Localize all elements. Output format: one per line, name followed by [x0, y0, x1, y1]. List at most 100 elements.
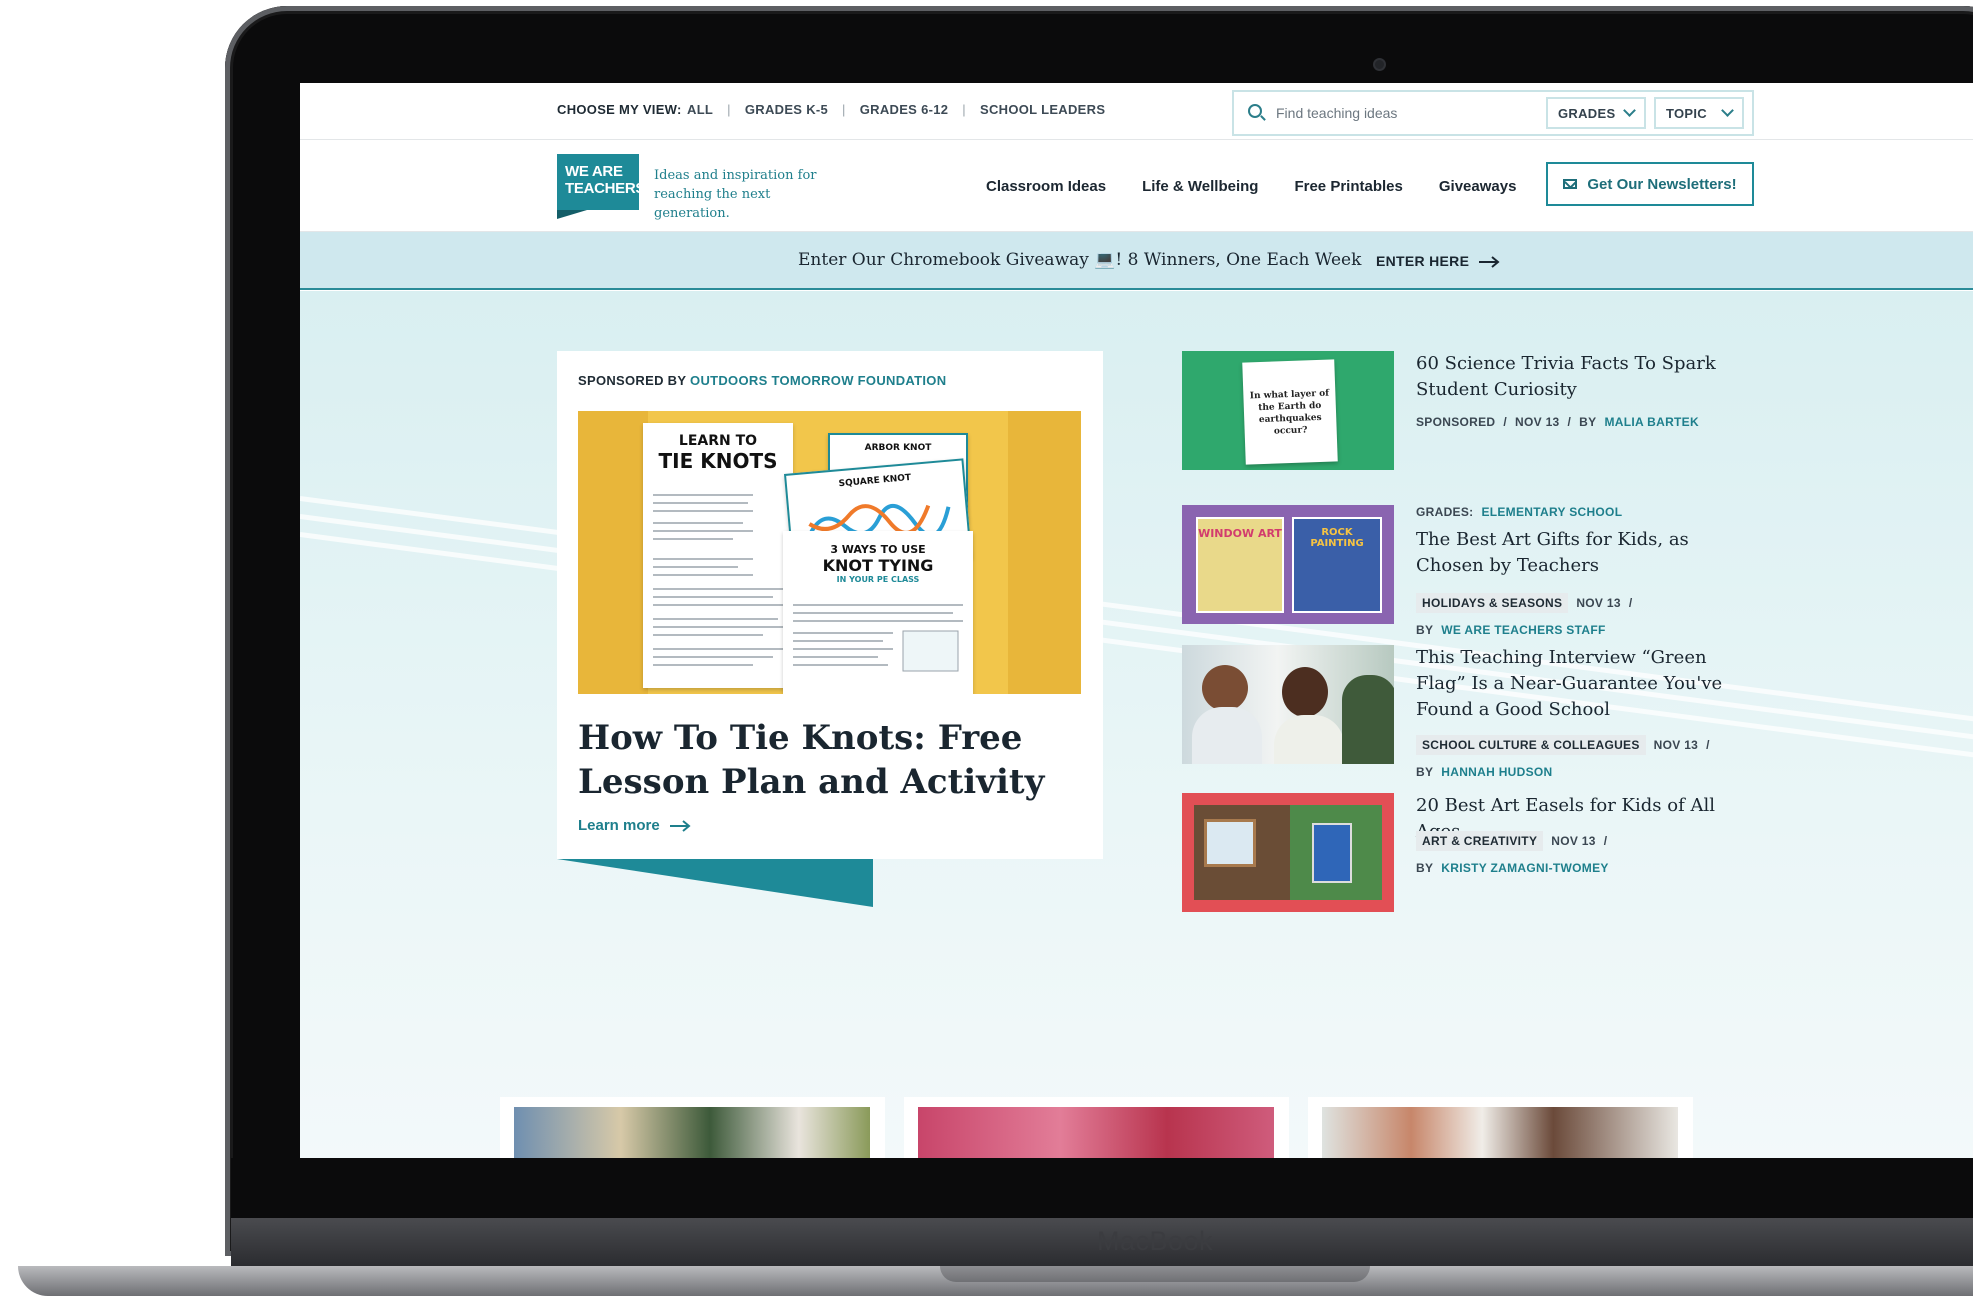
category-tag[interactable]: SCHOOL CULTURE & COLLEAGUES	[1416, 735, 1646, 755]
article-byline: BY KRISTY ZAMAGNI-TWOMEY	[1416, 861, 1609, 875]
article-title[interactable]: This Teaching Interview “Green Flag” Is …	[1416, 645, 1756, 723]
logo-line-1: WE ARE	[565, 163, 623, 180]
person-photo	[1202, 665, 1248, 711]
by-label: BY	[1416, 861, 1434, 875]
nav-life-wellbeing[interactable]: Life & Wellbeing	[1142, 178, 1258, 195]
worksheet-tie-knots: LEARN TO TIE KNOTS	[643, 423, 793, 688]
sponsored-prefix: SPONSORED BY	[578, 373, 687, 388]
person-photo	[1274, 715, 1344, 764]
rock-painting-kit: ROCK PAINTING	[1292, 517, 1382, 613]
enter-here-link[interactable]: ENTER HERE	[1376, 253, 1501, 269]
view-all-link[interactable]: ALL	[687, 102, 713, 117]
article-grades: GRADES: ELEMENTARY SCHOOL	[1416, 505, 1622, 519]
easel-board	[1312, 823, 1352, 883]
newsletter-button[interactable]: Get Our Newsletters!	[1546, 162, 1754, 206]
window-art-kit: WINDOW ART	[1196, 517, 1284, 613]
article-date: NOV 13	[1551, 834, 1596, 848]
category-tag[interactable]: HOLIDAYS & SEASONS	[1416, 593, 1569, 613]
grades-dropdown-label: GRADES	[1558, 105, 1616, 121]
author-link[interactable]: HANNAH HUDSON	[1441, 765, 1552, 779]
image-bg-panel	[578, 411, 648, 694]
category-tag[interactable]: ART & CREATIVITY	[1416, 831, 1544, 851]
view-grades-k5-link[interactable]: GRADES K-5	[745, 102, 828, 117]
topic-dropdown-label: TOPIC	[1666, 105, 1707, 121]
article-title[interactable]: The Best Art Gifts for Kids, as Chosen b…	[1416, 527, 1756, 579]
article-date: NOV 13	[1576, 596, 1621, 610]
site-logo[interactable]: WE ARE TEACHERS	[557, 154, 645, 219]
author-link[interactable]: WE ARE TEACHERS STAFF	[1441, 623, 1605, 637]
divider: |	[727, 102, 731, 117]
article-thumbnail[interactable]	[1182, 645, 1394, 764]
feature-title[interactable]: How To Tie Knots: Free Lesson Plan and A…	[578, 716, 1078, 804]
screen-bezel	[231, 1158, 1973, 1218]
worksheet-text-lines	[793, 604, 963, 672]
article-date: NOV 13	[1515, 415, 1560, 429]
camera-icon	[1373, 58, 1386, 71]
article-item[interactable]: This Teaching Interview “Green Flag” Is …	[1182, 645, 1742, 779]
worksheet-title-b: TIE KNOTS	[658, 449, 778, 473]
bottom-card[interactable]	[904, 1097, 1289, 1158]
article-thumbnail[interactable]	[1182, 793, 1394, 912]
by-label: BY	[1416, 765, 1434, 779]
by-label: BY	[1416, 623, 1434, 637]
search-icon[interactable]	[1248, 104, 1262, 118]
laptop-brand-label: MacBook	[1096, 1226, 1214, 1256]
article-meta: SCHOOL CULTURE & COLLEAGUES NOV 13 /	[1416, 735, 1710, 755]
trivia-card: In what layer of the Earth do earthquake…	[1242, 359, 1338, 465]
view-grades-6-12-link[interactable]: GRADES 6-12	[860, 102, 949, 117]
bottom-card[interactable]	[500, 1097, 885, 1158]
search-bar: GRADES TOPIC	[1232, 90, 1754, 136]
person-photo	[1342, 675, 1394, 764]
top-bar: CHOOSE MY VIEW: ALL | GRADES K-5 | GRADE…	[300, 83, 1973, 140]
author-link[interactable]: MALIA BARTEK	[1604, 415, 1698, 429]
feature-ribbon	[557, 859, 873, 907]
sponsor-line: SPONSORED BY OUTDOORS TOMORROW FOUNDATIO…	[578, 373, 946, 388]
article-meta: HOLIDAYS & SEASONS NOV 13 /	[1416, 593, 1632, 613]
nav-giveaways[interactable]: Giveaways	[1439, 178, 1517, 195]
meta-divider: /	[1567, 415, 1572, 429]
article-item[interactable]: WINDOW ART ROCK PAINTING GRADES: ELEMENT…	[1182, 505, 1742, 637]
article-byline: BY HANNAH HUDSON	[1416, 765, 1553, 779]
trivia-card-text: In what layer of the Earth do earthquake…	[1249, 388, 1330, 437]
enter-here-label: ENTER HERE	[1376, 253, 1470, 269]
search-input[interactable]	[1276, 101, 1526, 125]
nav-free-printables[interactable]: Free Printables	[1294, 178, 1402, 195]
laptop-base-notch	[940, 1266, 1370, 1282]
meta-divider: /	[1628, 596, 1633, 610]
sponsored-label: SPONSORED	[1416, 415, 1496, 429]
sponsor-link[interactable]: OUTDOORS TOMORROW FOUNDATION	[690, 373, 946, 388]
worksheet-text-lines	[653, 494, 783, 666]
article-title[interactable]: 60 Science Trivia Facts To Spark Student…	[1416, 351, 1756, 403]
arrow-right-icon	[1479, 256, 1500, 269]
square-knot-title: SQUARE KNOT	[838, 472, 912, 490]
article-thumbnail[interactable]: In what layer of the Earth do earthquake…	[1182, 351, 1394, 470]
promo-text: Enter Our Chromebook Giveaway 💻! 8 Winne…	[798, 250, 1362, 270]
grades-dropdown[interactable]: GRADES	[1546, 97, 1646, 129]
by-label: BY	[1579, 415, 1597, 429]
article-item[interactable]: 20 Best Art Easels for Kids of All Ages …	[1182, 793, 1742, 913]
author-link[interactable]: KRISTY ZAMAGNI-TWOMEY	[1441, 861, 1608, 875]
promo-banner: Enter Our Chromebook Giveaway 💻! 8 Winne…	[300, 232, 1973, 290]
person-photo	[1282, 667, 1328, 717]
topic-dropdown[interactable]: TOPIC	[1654, 97, 1744, 129]
view-school-leaders-link[interactable]: SCHOOL LEADERS	[980, 102, 1105, 117]
site-tagline: Ideas and inspiration for reaching the n…	[654, 168, 817, 221]
browser-screen: CHOOSE MY VIEW: ALL | GRADES K-5 | GRADE…	[300, 83, 1973, 1158]
grades-link[interactable]: ELEMENTARY SCHOOL	[1481, 505, 1622, 519]
article-thumbnail[interactable]: WINDOW ART ROCK PAINTING	[1182, 505, 1394, 624]
article-date: NOV 13	[1653, 738, 1699, 752]
nav-classroom-ideas[interactable]: Classroom Ideas	[986, 178, 1106, 195]
divider: |	[962, 102, 966, 117]
learn-more-link[interactable]: Learn more	[578, 817, 692, 834]
article-item[interactable]: In what layer of the Earth do earthquake…	[1182, 351, 1742, 471]
view-label: CHOOSE MY VIEW:	[557, 102, 682, 117]
learn-more-label: Learn more	[578, 817, 660, 834]
arbor-knot-title: ARBOR KNOT	[864, 443, 932, 453]
feature-image[interactable]: LEARN TO TIE KNOTS ARBOR KNOT SQUARE KNO…	[578, 411, 1081, 694]
arrow-right-icon	[669, 820, 691, 832]
article-meta: ART & CREATIVITY NOV 13 /	[1416, 831, 1607, 851]
feature-card[interactable]: SPONSORED BY OUTDOORS TOMORROW FOUNDATIO…	[557, 351, 1103, 859]
bottom-card[interactable]	[1308, 1097, 1693, 1158]
person-photo	[1192, 707, 1262, 764]
meta-divider: /	[1503, 415, 1508, 429]
